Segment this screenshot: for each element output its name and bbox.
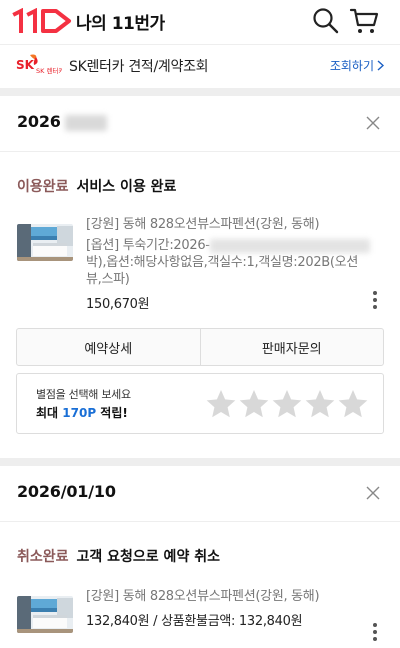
option-detail: 박),옵션:해당사항없음,객실수:1,객실명:202B(오션뷰,스파)	[86, 255, 359, 287]
product-price: 150,670원	[86, 297, 150, 312]
sk-logo: SK SK 렌터카	[16, 54, 62, 75]
star-icon[interactable]	[238, 388, 270, 420]
close-icon[interactable]	[366, 486, 380, 500]
more-icon[interactable]	[372, 622, 378, 642]
order-status: 취소완료 고객 요청으로 예약 취소	[17, 546, 220, 566]
option-prefix: [옵션] 투숙기간:2026-	[86, 238, 210, 253]
svg-text:SK 렌터카: SK 렌터카	[36, 66, 62, 75]
star-icon[interactable]	[337, 388, 369, 420]
svg-text:SK: SK	[16, 58, 35, 72]
rating-box: 별점을 선택해 보세요 최대 170P 적립!	[16, 373, 384, 434]
points-value: 170P	[62, 406, 97, 420]
star-rating[interactable]	[205, 388, 369, 420]
order-card: 2026/01/10 취소완료 고객 요청으로 예약 취소 [강원] 동해 82…	[0, 466, 400, 648]
star-icon[interactable]	[271, 388, 303, 420]
product-thumbnail[interactable]	[17, 224, 73, 261]
cart-icon[interactable]	[349, 6, 379, 36]
points-suffix: 적립!	[96, 406, 128, 420]
order-status: 이용완료 서비스 이용 완료	[17, 176, 176, 196]
search-icon[interactable]	[311, 6, 341, 36]
points-prefix: 최대	[36, 406, 63, 420]
status-text: 서비스 이용 완료	[76, 179, 177, 195]
app-header: 나의 11번가	[0, 0, 400, 44]
rating-hint: 별점을 선택해 보세요	[36, 388, 131, 401]
product-title[interactable]: [강원] 동해 828오션뷰스파펜션(강원, 동해)	[86, 588, 370, 605]
order-date-text: 2026	[17, 112, 61, 131]
product-options: [옵션] 투숙기간:2026- 박),옵션:해당사항없음,객실수:1,객실명:2…	[86, 237, 370, 288]
close-icon[interactable]	[366, 116, 380, 130]
inquiry-link-label: 조회하기	[329, 59, 374, 73]
status-label: 취소완료	[17, 549, 69, 565]
redacted-text	[64, 114, 107, 131]
product-thumbnail[interactable]	[17, 596, 73, 633]
rating-points: 최대 170P 적립!	[36, 404, 128, 421]
seller-inquiry-button[interactable]: 판매자문의	[199, 329, 384, 365]
order-actions: 예약상세 판매자문의	[16, 328, 384, 366]
more-icon[interactable]	[372, 290, 378, 310]
star-icon[interactable]	[205, 388, 237, 420]
sk-rentcar-banner[interactable]: SK SK 렌터카 SK렌터카 견적/계약조회 조회하기	[0, 44, 400, 88]
status-text: 고객 요청으로 예약 취소	[76, 549, 220, 565]
inquiry-link[interactable]: 조회하기	[330, 57, 384, 74]
chevron-right-icon	[377, 60, 384, 71]
status-label: 이용완료	[17, 179, 69, 195]
section-divider	[0, 88, 400, 96]
section-divider	[0, 458, 400, 466]
reservation-detail-button[interactable]: 예약상세	[17, 329, 200, 365]
order-date-row: 2026/01/10	[0, 466, 400, 522]
order-date: 2026	[17, 112, 107, 131]
product-price: 132,840원 / 상품환불금액: 132,840원	[86, 614, 303, 629]
order-date-row: 2026	[0, 96, 400, 152]
product-title[interactable]: [강원] 동해 828오션뷰스파펜션(강원, 동해)	[86, 216, 370, 233]
order-card: 2026 이용완료 서비스 이용 완료 [강원] 동해 828오션뷰스파펜션(강…	[0, 96, 400, 458]
banner-text: SK렌터카 견적/계약조회	[69, 59, 209, 75]
logo-11st[interactable]	[12, 8, 72, 34]
order-date: 2026/01/10	[17, 482, 116, 501]
star-icon[interactable]	[304, 388, 336, 420]
redacted-text	[209, 238, 370, 253]
page-title: 나의 11번가	[76, 14, 165, 34]
